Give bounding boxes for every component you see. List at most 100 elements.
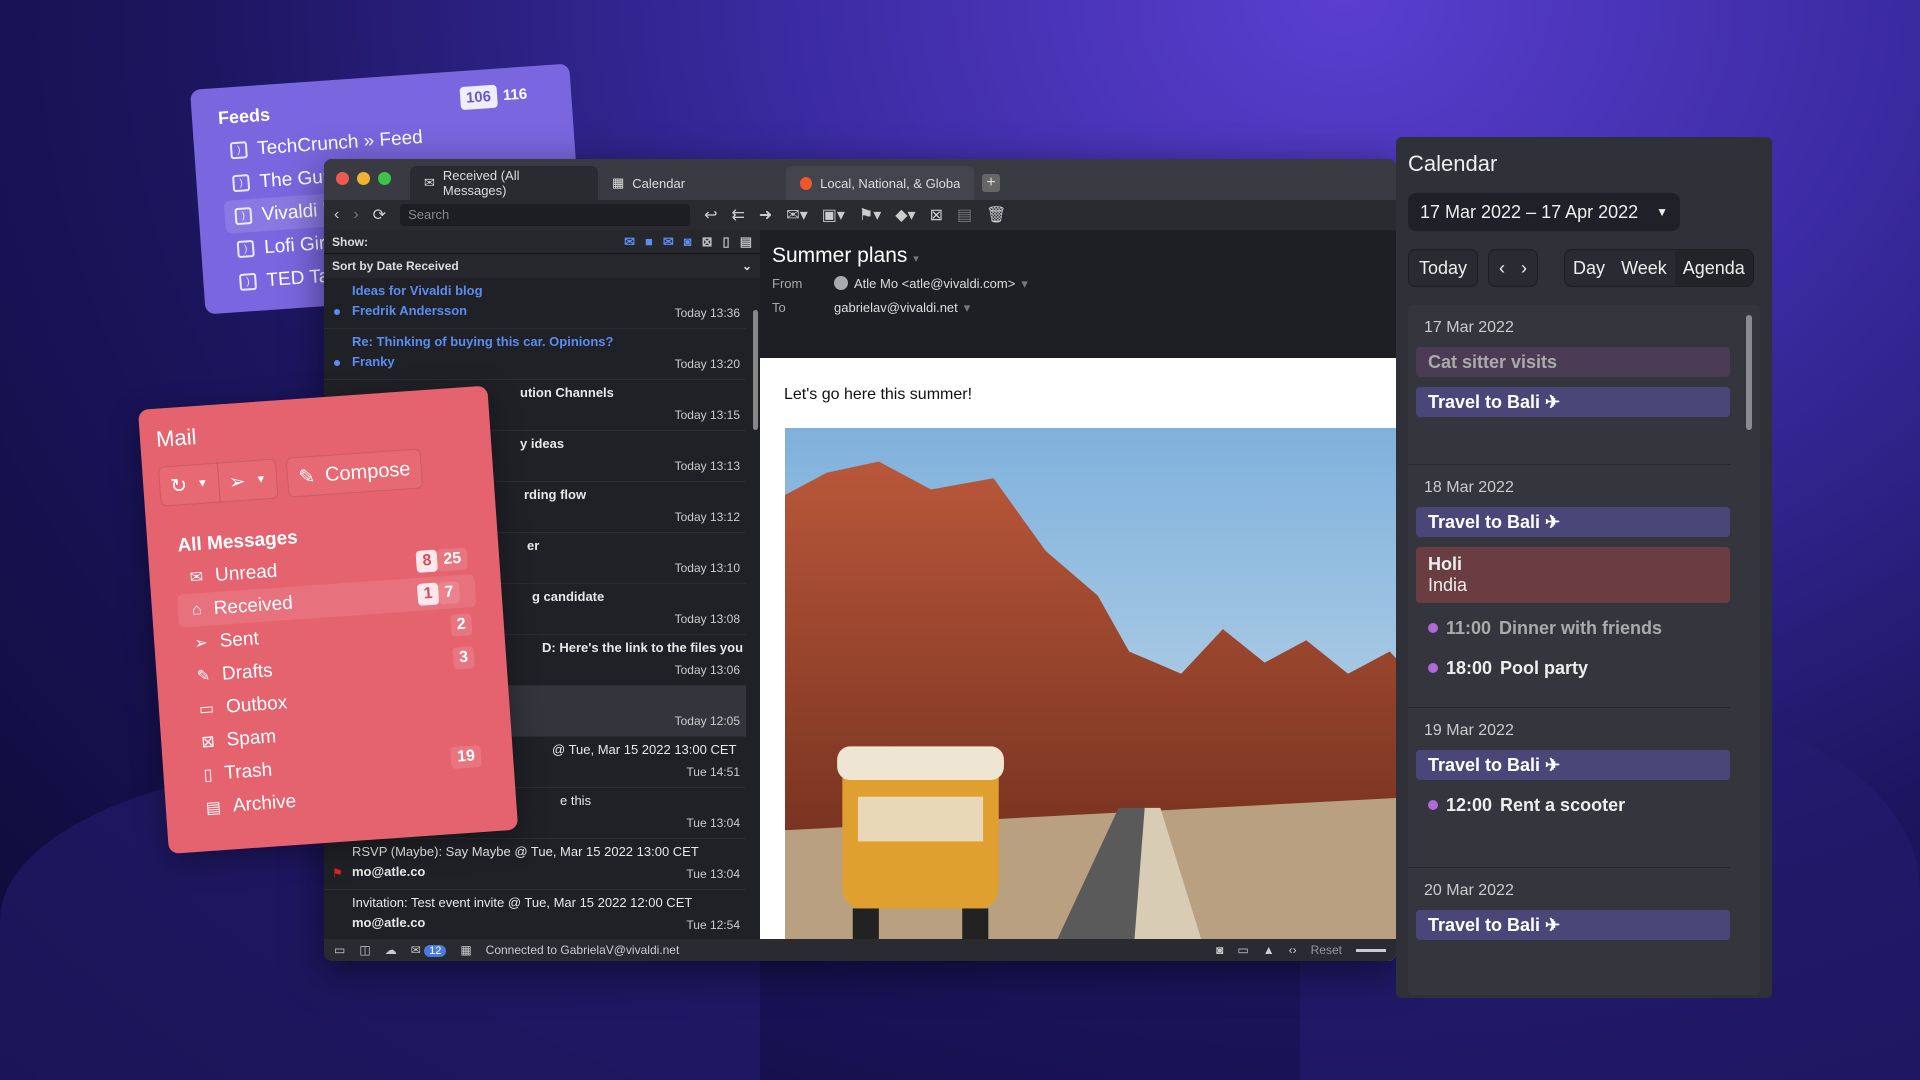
reading-pane: Summer plans ▾ From Atle Mo <atle@vivaldi… — [760, 230, 1396, 961]
calendar-status-icon[interactable]: ▦ — [460, 943, 471, 957]
tag-icon[interactable]: ◆▾ — [895, 205, 915, 225]
folder-label: Sent — [218, 627, 260, 652]
message-text: Let's go here this summer! — [784, 386, 973, 403]
mail-status-icon[interactable]: ✉ 12 — [411, 943, 447, 957]
trash-filter-icon[interactable]: ▯ — [723, 234, 730, 250]
to-address[interactable]: gabrielav@vivaldi.net — [834, 300, 958, 316]
message-row[interactable]: Ideas for Vivaldi blog Fredrik Andersson… — [324, 278, 746, 329]
sort-dropdown[interactable]: Sort by Date Received ⌄ — [324, 254, 760, 278]
all-day-event[interactable]: Travel to Bali ✈ — [1416, 910, 1730, 940]
feed-filter-icon[interactable]: ◙ — [684, 234, 692, 250]
reload-icon[interactable]: ⟳ — [373, 205, 386, 225]
rss-icon: ) — [236, 239, 255, 259]
feed-label: Lofi Girl — [263, 232, 331, 258]
timed-event[interactable]: 12:00 Rent a scooter — [1416, 790, 1730, 820]
close-button[interactable] — [336, 172, 349, 185]
all-day-event[interactable]: Holi India — [1416, 547, 1730, 603]
message-subject: Summer plans ▾ — [772, 244, 919, 267]
from-address[interactable]: Atle Mo <atle@vivaldi.com> — [854, 276, 1015, 292]
message-time: Today 13:20 — [674, 357, 740, 371]
forward-icon[interactable]: › — [353, 206, 358, 224]
spam-icon[interactable]: ⊠ — [930, 205, 943, 225]
message-subject: Ideas for Vivaldi blog — [352, 283, 483, 298]
flag-icon[interactable]: ⚑▾ — [859, 205, 881, 225]
compose-icon: ✎ — [297, 465, 316, 489]
capture-icon[interactable]: ◙ — [1216, 943, 1223, 957]
today-button[interactable]: Today — [1408, 249, 1479, 287]
message-row[interactable]: RSVP (Maybe): Say Maybe @ Tue, Mar 15 20… — [324, 839, 746, 890]
forward-mail-icon[interactable]: ➜ — [759, 205, 772, 225]
all-day-event[interactable]: Cat sitter visits — [1416, 347, 1730, 377]
message-subject: Re: Thinking of buying this car. Opinion… — [352, 334, 614, 349]
zoom-reset[interactable]: Reset — [1311, 943, 1342, 957]
move-icon[interactable]: ▣▾ — [822, 205, 845, 225]
message-time: Tue 13:04 — [686, 867, 740, 881]
minimize-button[interactable] — [357, 172, 370, 185]
spam-filter-icon[interactable]: ⊠ — [702, 234, 713, 250]
date-range: 17 Mar 2022 – 17 Apr 2022 — [1420, 201, 1639, 222]
next-icon[interactable]: › — [1521, 258, 1527, 279]
scrollbar[interactable] — [753, 310, 758, 430]
view-week[interactable]: Week — [1613, 250, 1675, 286]
reply-icon[interactable]: ↩ — [704, 205, 717, 225]
code-icon[interactable]: ‹› — [1289, 943, 1297, 957]
agenda-date: 17 Mar 2022 — [1424, 319, 1514, 336]
message-row[interactable]: Invitation: Test event invite @ Tue, Mar… — [324, 890, 746, 941]
message-time: Today 13:36 — [674, 306, 740, 320]
tab-received[interactable]: ✉ Received (All Messages) — [410, 166, 598, 200]
timed-event[interactable]: 18:00 Pool party — [1416, 653, 1730, 683]
new-tab-button[interactable]: + — [982, 174, 1000, 192]
to-label: To — [772, 300, 786, 315]
show-label: Show: — [332, 234, 368, 249]
message-time: Today 13:10 — [674, 561, 740, 575]
check-mail-button[interactable]: ↻ ▼ ➢ ▼ — [158, 458, 279, 507]
caret-down-icon: ▼ — [1656, 205, 1668, 219]
flag-icon[interactable]: ⚑ — [332, 866, 343, 880]
back-icon[interactable]: ‹ — [334, 206, 339, 224]
rss-icon: ) — [234, 207, 253, 226]
calendar-title: Calendar — [1408, 151, 1498, 176]
tile-icon[interactable]: ◫ — [359, 943, 370, 957]
archive-filter-icon[interactable]: ▤ — [740, 234, 752, 250]
tab-calendar[interactable]: ▦ Calendar — [598, 166, 786, 200]
tab-label: Local, National, & Global D — [820, 175, 960, 191]
mail-filter-icon[interactable]: ✉ — [663, 234, 674, 250]
archive-icon[interactable]: ▤ — [957, 205, 972, 225]
all-day-event[interactable]: Travel to Bali ✈ — [1416, 507, 1730, 537]
view-day[interactable]: Day — [1565, 250, 1613, 286]
folder-label: Spam — [225, 725, 277, 751]
mark-icon[interactable]: ✉▾ — [786, 205, 807, 225]
view-agenda[interactable]: Agenda — [1674, 250, 1753, 286]
compose-label: Compose — [324, 457, 412, 486]
folder-label: Received — [212, 592, 294, 619]
sync-icon[interactable]: ☁ — [385, 943, 397, 957]
all-day-event[interactable]: Travel to Bali ✈ — [1416, 750, 1730, 780]
all-day-event[interactable]: Travel to Bali ✈ — [1416, 387, 1730, 417]
folder-count: 2 — [450, 612, 473, 637]
scrollbar[interactable] — [1746, 315, 1752, 430]
received-icon: ⌂ — [191, 600, 203, 619]
search-input[interactable]: Search — [400, 204, 691, 226]
agenda-day: 18 Mar 2022 Travel to Bali ✈ Holi India 11:0… — [1408, 465, 1730, 708]
chevron-down-icon: ⌄ — [741, 259, 752, 273]
compose-button[interactable]: ✎ Compose — [286, 448, 423, 498]
prev-icon[interactable]: ‹ — [1499, 258, 1505, 279]
image-icon[interactable]: ▲ — [1263, 943, 1275, 957]
message-row[interactable]: Re: Thinking of buying this car. Opinion… — [324, 329, 746, 380]
panel-toggle-icon[interactable]: ▭ — [334, 943, 345, 957]
unread-dot-icon — [334, 309, 340, 315]
timed-event[interactable]: 11:00 Dinner with friends — [1416, 613, 1730, 643]
date-range-dropdown[interactable]: 17 Mar 2022 – 17 Apr 2022 ▼ — [1408, 193, 1680, 231]
spam-icon: ⊠ — [200, 732, 216, 751]
zoom-slider[interactable] — [1356, 948, 1386, 952]
window-icon[interactable]: ▭ — [1237, 943, 1248, 957]
maximize-button[interactable] — [378, 172, 391, 185]
read-filter-icon[interactable]: ✉ — [624, 234, 635, 250]
event-dot-icon — [1428, 663, 1438, 673]
trash-icon[interactable]: 🗑 — [986, 205, 1006, 225]
folder-filter-icon[interactable]: ■ — [645, 234, 653, 250]
tab-news[interactable]: Local, National, & Global D — [786, 166, 974, 200]
reply-all-icon[interactable]: ⇇ — [731, 205, 744, 225]
rss-icon: ) — [229, 141, 248, 160]
message-time: Today 13:08 — [674, 612, 740, 626]
